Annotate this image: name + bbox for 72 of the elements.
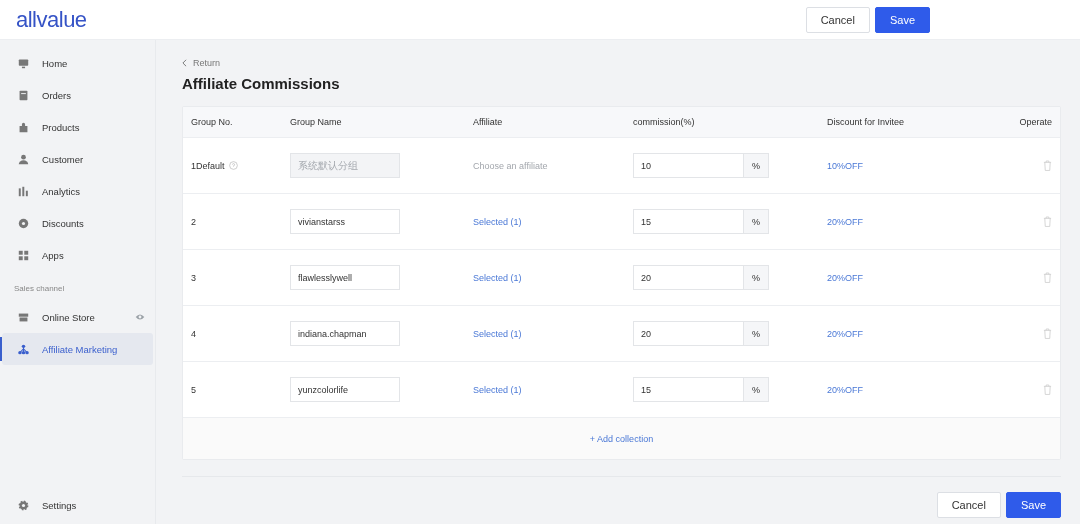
delete-icon[interactable] — [1043, 328, 1052, 339]
home-icon — [18, 57, 29, 69]
chevron-left-icon — [182, 59, 187, 67]
eye-icon[interactable] — [135, 313, 145, 321]
add-collection-link[interactable]: + Add collection — [589, 433, 654, 444]
sidebar-item[interactable]: Online Store — [2, 301, 153, 333]
delete-icon[interactable] — [1043, 160, 1052, 171]
commission-field[interactable]: 20 — [633, 321, 743, 346]
bag-icon — [18, 121, 29, 133]
badge-icon — [18, 217, 29, 229]
discount-link[interactable]: 20%OFF — [827, 272, 863, 283]
discount-link[interactable]: 20%OFF — [827, 328, 863, 339]
affiliate-link[interactable]: Selected (1) — [473, 272, 522, 283]
column-header: Operate — [1018, 117, 1052, 127]
percent-unit: % — [743, 265, 769, 290]
sidebar-item[interactable]: Discounts — [2, 207, 153, 239]
percent-unit: % — [743, 209, 769, 234]
column-header: Group No. — [191, 117, 234, 127]
group-number: 2 — [191, 216, 196, 227]
group-name-field[interactable]: indiana.chapman — [290, 321, 400, 346]
network-icon — [18, 343, 29, 355]
bar-chart-icon — [18, 185, 29, 197]
delete-icon[interactable] — [1043, 216, 1052, 227]
group-name-field[interactable]: vivianstarss — [290, 209, 400, 234]
sidebar-item[interactable]: Apps — [2, 239, 153, 271]
settings-icon — [18, 499, 29, 511]
discount-link[interactable]: 20%OFF — [827, 384, 863, 395]
footer-button[interactable]: Save — [1005, 492, 1061, 518]
percent-unit: % — [743, 377, 769, 402]
footer-button[interactable]: Cancel — [936, 492, 1001, 518]
person-icon — [18, 153, 29, 165]
percent-unit: % — [743, 153, 769, 178]
column-header: Affiliate — [473, 117, 504, 127]
affiliate-link[interactable]: Selected (1) — [473, 328, 522, 339]
group-number: 3 — [191, 272, 196, 283]
group-number: 4 — [191, 328, 196, 339]
logo: allvalue — [16, 6, 87, 33]
commission-field[interactable]: 20 — [633, 265, 743, 290]
discount-link[interactable]: 20%OFF — [827, 216, 863, 227]
discount-link[interactable]: 10%OFF — [827, 160, 863, 171]
affiliate-link[interactable]: Selected (1) — [473, 384, 522, 395]
section-title: Sales channel — [13, 283, 66, 295]
sidebar-item[interactable]: Products — [2, 111, 153, 143]
store-icon — [18, 311, 29, 323]
page-title: Affiliate Commissions — [182, 75, 341, 92]
delete-icon[interactable] — [1043, 384, 1052, 395]
commission-field[interactable]: 10 — [633, 153, 743, 178]
sidebar-item[interactable]: Affiliate Marketing — [2, 333, 153, 365]
return-label: Return — [193, 58, 220, 68]
help-icon[interactable] — [228, 161, 238, 170]
group-name-field[interactable]: yunzcolorlife — [290, 377, 400, 402]
group-number: 1Default — [191, 160, 225, 171]
grid-icon — [18, 249, 29, 261]
return-link[interactable]: Return — [182, 58, 1061, 68]
settings-item[interactable]: Settings — [2, 489, 153, 521]
commission-field[interactable]: 15 — [633, 209, 743, 234]
group-name-field[interactable]: flawlesslywell — [290, 265, 400, 290]
orders-icon — [18, 89, 29, 101]
header-button[interactable]: Cancel — [805, 6, 870, 33]
sidebar-item[interactable]: Customer — [2, 143, 153, 175]
column-header: Group Name — [290, 117, 343, 127]
header-button[interactable]: Save — [874, 6, 930, 33]
delete-icon[interactable] — [1043, 272, 1052, 283]
affiliate-link[interactable]: Selected (1) — [473, 216, 522, 227]
percent-unit: % — [743, 321, 769, 346]
commission-field[interactable]: 15 — [633, 377, 743, 402]
sidebar-item[interactable]: Analytics — [2, 175, 153, 207]
sidebar-item[interactable]: Orders — [2, 79, 153, 111]
group-number: 5 — [191, 384, 196, 395]
column-header: Discount for Invitee — [827, 117, 906, 127]
column-header: commission(%) — [633, 117, 696, 127]
sidebar-item[interactable]: Home — [2, 47, 153, 79]
